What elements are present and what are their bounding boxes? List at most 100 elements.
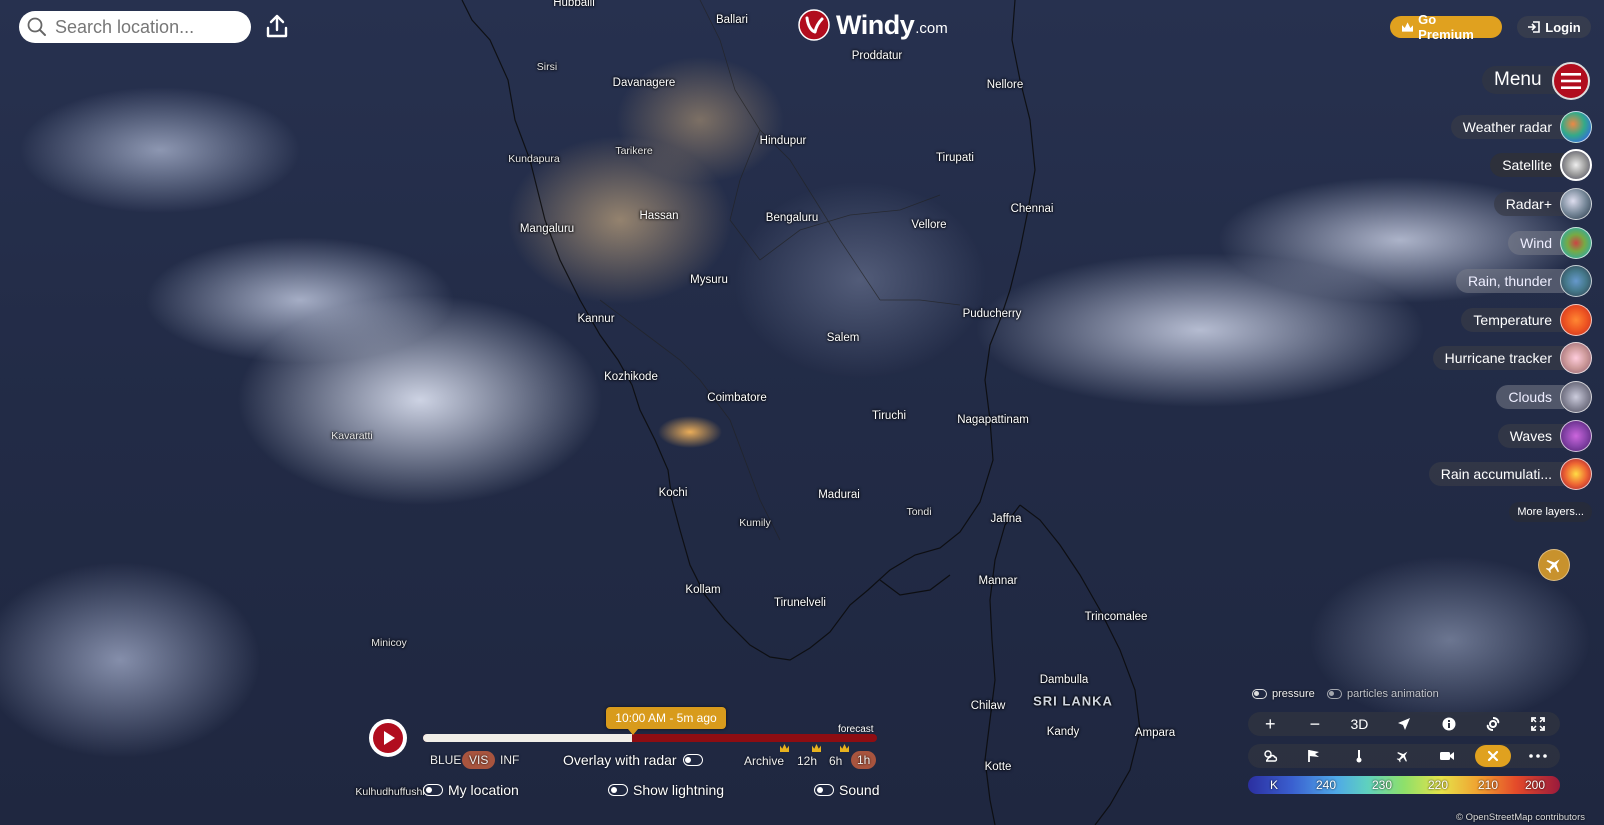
zoom-in-button[interactable]: + — [1253, 713, 1287, 735]
flight-button[interactable] — [1538, 549, 1570, 581]
temperature-button[interactable] — [1342, 745, 1376, 767]
rain-thunder-thumb-icon — [1560, 265, 1592, 297]
layer-rain-thunder[interactable]: Rain, thunder — [1455, 264, 1592, 298]
city-label: Davanagere — [612, 77, 676, 89]
go-premium-button[interactable]: Go Premium — [1390, 12, 1502, 42]
city-label: Kundapura — [508, 153, 560, 165]
layer-label: Wind — [1508, 231, 1564, 255]
layer-clouds[interactable]: Clouds — [1496, 380, 1592, 414]
city-label: Salem — [826, 332, 860, 344]
layer-satellite[interactable]: Satellite — [1490, 148, 1592, 182]
login-button[interactable]: Login — [1517, 16, 1591, 38]
webcams-button[interactable] — [1430, 745, 1464, 767]
layer-label: Temperature — [1461, 308, 1564, 332]
search-box[interactable] — [19, 11, 251, 43]
close-icon — [1487, 750, 1498, 762]
interval-1h-button[interactable]: 1h — [851, 751, 877, 769]
layer-wind[interactable]: Wind — [1508, 226, 1592, 260]
show-lightning-toggle[interactable]: Show lightning — [608, 782, 724, 798]
city-label: Nagapattinam — [957, 414, 1029, 426]
interval-12h-button[interactable]: 12h — [797, 754, 817, 768]
interval-6h-button[interactable]: 6h — [829, 754, 842, 768]
stations-button[interactable] — [1297, 745, 1331, 767]
layer-label: Rain accumulati... — [1428, 462, 1564, 486]
login-label: Login — [1545, 19, 1581, 35]
my-location-toggle[interactable]: My location — [423, 782, 519, 798]
city-label: Mysuru — [690, 274, 728, 286]
airports-button[interactable] — [1386, 745, 1420, 767]
layer-label: Rain, thunder — [1455, 269, 1564, 293]
navigation-arrow-icon — [1397, 718, 1410, 730]
info-icon — [1442, 717, 1456, 731]
timeline-slider[interactable] — [423, 734, 877, 742]
city-label: Kannur — [577, 313, 615, 325]
my-location-label: My location — [448, 782, 519, 798]
city-label: Chennai — [1010, 203, 1054, 215]
search-input[interactable] — [53, 15, 247, 39]
band-blue-button[interactable]: BLUE — [430, 753, 461, 767]
archive-button[interactable]: Archive — [744, 754, 784, 768]
hurricane-thumb-icon — [1560, 342, 1592, 374]
close-overlay-button[interactable] — [1474, 745, 1511, 767]
info-button[interactable] — [1432, 713, 1466, 735]
scale-tick: 200 — [1525, 778, 1546, 792]
satellite-map[interactable]: Hubballi Ballari Proddatur Sirsi Davanag… — [0, 0, 1604, 825]
search-icon — [27, 17, 46, 36]
layer-waves[interactable]: Waves — [1497, 419, 1592, 453]
toggle-switch-icon — [1252, 689, 1267, 699]
3d-button[interactable]: 3D — [1342, 713, 1376, 735]
menu-button[interactable]: Menu — [1482, 62, 1592, 100]
fullscreen-icon — [1530, 717, 1545, 731]
video-camera-icon — [1440, 752, 1455, 760]
city-label: Mangaluru — [519, 223, 575, 235]
layer-weather-radar[interactable]: Weather radar — [1450, 110, 1592, 144]
more-options-button[interactable] — [1521, 745, 1555, 767]
airplane-icon — [1545, 559, 1560, 574]
clouds-thumb-icon — [1560, 381, 1592, 413]
pressure-label: pressure — [1272, 688, 1315, 700]
scale-tick: 230 — [1372, 778, 1393, 792]
weather-button[interactable] — [1253, 745, 1287, 767]
sound-toggle[interactable]: Sound — [814, 782, 879, 798]
band-inf-button[interactable]: INF — [500, 753, 519, 767]
city-label: Sirsi — [536, 61, 558, 73]
layer-hurricane-tracker[interactable]: Hurricane tracker — [1432, 341, 1592, 375]
sound-label: Sound — [839, 782, 880, 798]
city-label: Hassan — [639, 210, 679, 222]
hurricane-icon — [1486, 717, 1500, 731]
weather-radar-thumb-icon — [1560, 111, 1592, 143]
city-label: Hindupur — [759, 135, 807, 147]
locate-button[interactable] — [1387, 713, 1421, 735]
particles-animation-toggle[interactable]: particles animation — [1327, 688, 1439, 700]
time-indicator[interactable]: 10:00 AM - 5m ago — [606, 707, 726, 735]
show-lightning-label: Show lightning — [633, 782, 725, 798]
layer-rain-accumulation[interactable]: Rain accumulati... — [1428, 457, 1592, 491]
city-label: Chilaw — [970, 700, 1006, 712]
toggle-switch-icon — [814, 784, 834, 796]
city-label: Puducherry — [962, 308, 1022, 320]
share-icon[interactable] — [263, 12, 291, 40]
pressure-toggle[interactable]: pressure — [1252, 688, 1315, 700]
menu-label: Menu — [1482, 66, 1562, 94]
toggle-switch-icon — [1327, 689, 1342, 699]
windy-logo[interactable]: Windy .com — [798, 9, 948, 41]
layer-label: Hurricane tracker — [1432, 346, 1564, 370]
fullscreen-button[interactable] — [1521, 713, 1555, 735]
wind-thumb-icon — [1560, 227, 1592, 259]
band-vis-button[interactable]: VIS — [462, 751, 496, 769]
city-label: Trincomalee — [1084, 611, 1148, 623]
zoom-out-button[interactable]: − — [1298, 713, 1332, 735]
more-layers-button[interactable]: More layers... — [1509, 502, 1592, 522]
layer-label: Clouds — [1496, 385, 1564, 409]
layer-temperature[interactable]: Temperature — [1461, 303, 1592, 337]
color-scale-legend[interactable]: K 240 230 220 210 200 — [1248, 776, 1560, 794]
toggle-switch-icon — [682, 754, 703, 766]
layer-radar-plus[interactable]: Radar+ — [1493, 187, 1592, 221]
city-label: Tiruchi — [871, 410, 907, 422]
city-label: Kochi — [658, 487, 688, 499]
waves-thumb-icon — [1560, 420, 1592, 452]
hurricane-button[interactable] — [1476, 713, 1510, 735]
play-button[interactable] — [369, 719, 407, 757]
overlay-radar-toggle[interactable]: Overlay with radar — [563, 752, 703, 768]
osm-credit[interactable]: © OpenStreetMap contributors — [1456, 812, 1585, 823]
